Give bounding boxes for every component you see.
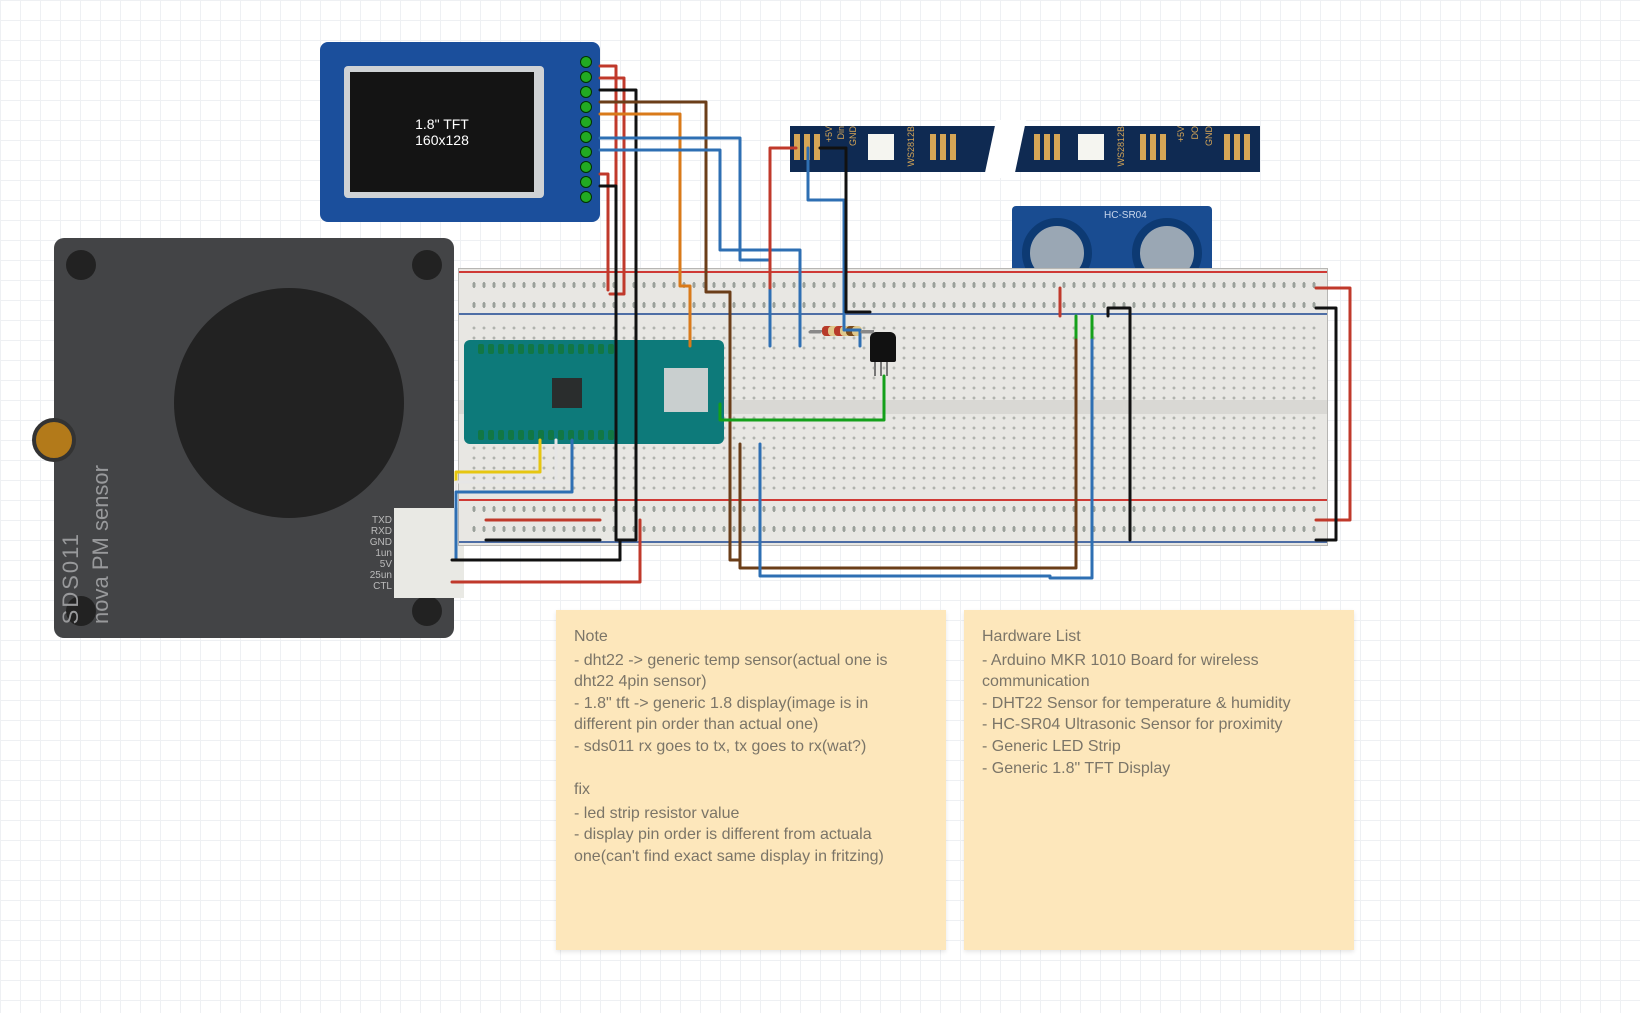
- sds-model: SDS011: [58, 532, 84, 624]
- note-hardware-list[interactable]: Hardware List - Arduino MKR 1010 Board f…: [964, 610, 1354, 950]
- strip-break-icon: [984, 120, 1026, 178]
- tft-screen: 1.8" TFT 160x128: [350, 72, 534, 192]
- note-title: Hardware List: [982, 626, 1336, 648]
- tft-display[interactable]: 1.8" TFT 160x128: [320, 42, 600, 222]
- resistor[interactable]: [822, 326, 862, 336]
- led-pixel: [868, 134, 894, 160]
- temperature-sensor[interactable]: [870, 332, 896, 362]
- sds-fan: [174, 288, 404, 518]
- hcsr-label: HC-SR04: [1104, 210, 1147, 221]
- sds-inlet: [32, 418, 76, 462]
- led-strip[interactable]: +5V Din GND WS2812B WS2812B +5V DO GND: [790, 126, 1260, 172]
- sds-pin-labels: TXDRXDGND 1un5V25un CTL: [370, 515, 392, 592]
- led-pixel: [1078, 134, 1104, 160]
- sds-connector: [394, 508, 464, 598]
- sds-desc: nova PM sensor: [88, 465, 114, 624]
- note-subtitle: fix: [574, 779, 928, 801]
- sds011-sensor[interactable]: SDS011 nova PM sensor TXDRXDGND 1un5V25u…: [54, 238, 454, 638]
- arduino-mkr1010[interactable]: [464, 340, 724, 444]
- note-annotations[interactable]: Note - dht22 -> generic temp sensor(actu…: [556, 610, 946, 950]
- note-title: Note: [574, 626, 928, 648]
- tft-text-2: 160x128: [415, 132, 469, 148]
- tft-text-1: 1.8" TFT: [415, 116, 469, 132]
- tft-pin-block: [542, 56, 594, 203]
